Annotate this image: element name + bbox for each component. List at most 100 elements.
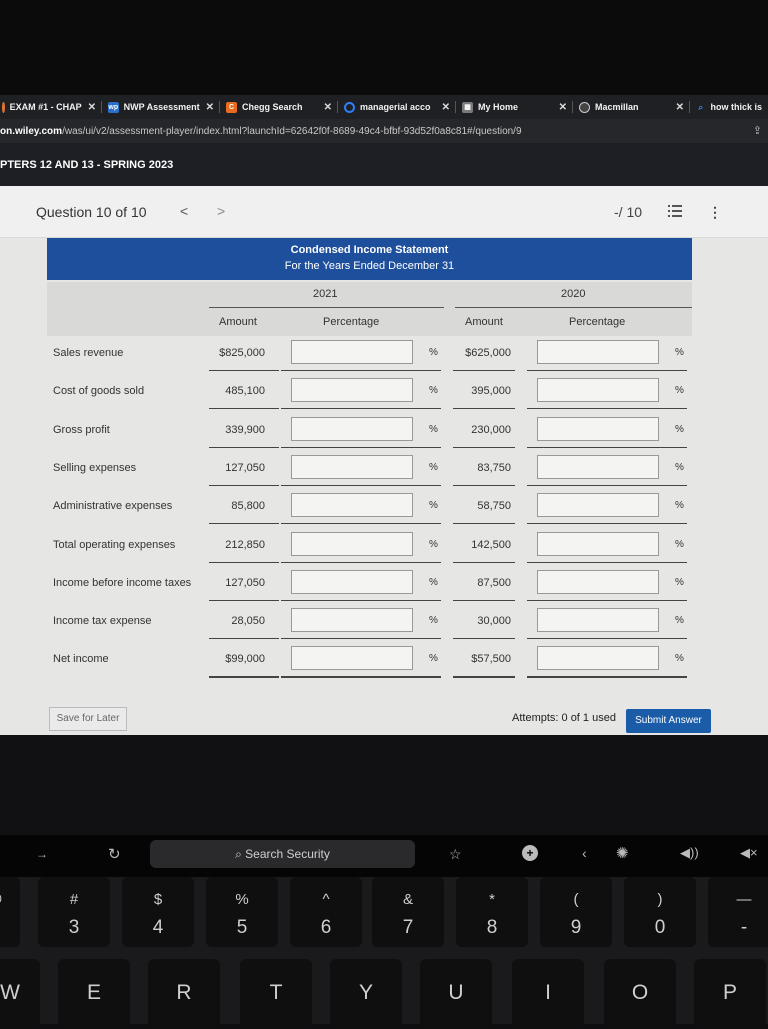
more-options-icon[interactable]: ⋮ [708, 204, 722, 221]
key-o[interactable]: O [604, 959, 676, 1029]
key-9[interactable]: (9 [540, 877, 612, 947]
key-p[interactable]: P [694, 959, 766, 1029]
percentage-input-2021[interactable] [291, 340, 413, 364]
amount-2021: 85,800 [231, 500, 265, 513]
percentage-input-2021[interactable] [291, 493, 413, 518]
percentage-input-2020[interactable] [537, 493, 659, 518]
statement-subtitle: For the Years Ended December 31 [284, 260, 455, 272]
statement-row: Cost of goods sold 485,100% 395,000% [47, 374, 692, 412]
key-minus[interactable]: — - [708, 877, 768, 947]
column-headers: 2021 2020 Amount Percentage Amount Perce… [47, 282, 692, 336]
underline [281, 676, 441, 679]
save-for-later-button[interactable]: Save for Later [49, 707, 127, 731]
question-bar: Question 10 of 10 < > -/ 10 ⋮ [0, 186, 768, 238]
question-list-icon[interactable] [668, 205, 682, 217]
percentage-input-2021[interactable] [291, 646, 413, 671]
underline [209, 561, 279, 563]
key-8[interactable]: * 8 [456, 877, 528, 947]
bookmark-star-icon[interactable]: ☆ [449, 846, 462, 863]
previous-question-button[interactable]: < [180, 203, 188, 219]
new-tab-plus-icon[interactable]: + [522, 845, 538, 861]
home-grid-icon: ▦ [462, 101, 473, 113]
statement-row: Gross profit 339,900% 230,000% [47, 413, 692, 451]
key-y[interactable]: Y [330, 959, 402, 1029]
key-w[interactable]: W [0, 959, 40, 1029]
percent-sign: % [675, 615, 684, 627]
tab-managerial-accounting[interactable]: managerial acco ✕ [338, 95, 456, 119]
percent-sign: % [429, 653, 438, 665]
submit-answer-button[interactable]: Submit Answer [626, 709, 711, 733]
percentage-input-2020[interactable] [537, 340, 659, 364]
underline [527, 638, 687, 640]
mute-icon[interactable]: ◀× [740, 845, 758, 861]
underline [527, 676, 687, 679]
tab-exam[interactable]: EXAM #1 - CHAP ✕ [0, 95, 102, 119]
tab-macmillan[interactable]: Macmillan ✕ [573, 95, 690, 119]
percentage-input-2020[interactable] [537, 646, 659, 671]
key-5[interactable]: % 5 [206, 877, 278, 947]
amount-2020: 395,000 [471, 385, 511, 398]
percentage-input-2021[interactable] [291, 416, 413, 441]
key-t[interactable]: T [240, 959, 312, 1029]
key-4[interactable]: $4 [122, 877, 194, 947]
percentage-input-2020[interactable] [537, 378, 659, 403]
close-icon[interactable]: ✕ [553, 102, 567, 113]
tab-chegg-search[interactable]: C Chegg Search ✕ [220, 95, 338, 119]
key-r[interactable]: R [148, 959, 220, 1029]
amount-2021: 28,050 [231, 615, 265, 628]
underline [527, 408, 687, 410]
hexagon-icon [2, 101, 5, 113]
statement-row: Selling expenses 127,050% 83,750% [47, 451, 692, 489]
address-bar[interactable]: on.wiley.com/was/ui/v2/assessment-player… [0, 119, 768, 143]
percentage-input-2020[interactable] [537, 416, 659, 441]
key-u[interactable]: U [420, 959, 492, 1029]
search-q-icon [344, 101, 355, 113]
brightness-icon[interactable]: ✺ [616, 844, 629, 862]
touchbar-search-field[interactable]: ⌕ Search Security [150, 840, 415, 868]
percentage-input-2020[interactable] [537, 454, 659, 479]
close-icon[interactable]: ✕ [200, 102, 214, 113]
reload-icon[interactable]: ↻ [108, 845, 121, 863]
underline [527, 523, 687, 525]
forward-arrow-icon[interactable]: → [36, 847, 48, 861]
amount-header-2021: Amount [219, 316, 257, 328]
underline [281, 599, 441, 601]
tab-nwp-assessment[interactable]: wp NWP Assessment ✕ [102, 95, 220, 119]
key-e[interactable]: E [58, 959, 130, 1029]
percentage-input-2021[interactable] [291, 608, 413, 633]
underline [453, 561, 515, 563]
percentage-input-2020[interactable] [537, 608, 659, 633]
amount-2020: 230,000 [471, 423, 511, 436]
underline [209, 408, 279, 410]
url-host: on.wiley.com [0, 125, 63, 137]
percentage-input-2021[interactable] [291, 569, 413, 594]
amount-2021: 127,050 [225, 576, 265, 589]
volume-icon[interactable]: ◀)) [680, 845, 699, 861]
tab-how-thick[interactable]: ⌕ how thick is [690, 95, 768, 119]
close-icon[interactable]: ✕ [670, 102, 684, 113]
percentage-input-2021[interactable] [291, 454, 413, 479]
course-header: PTERS 12 AND 13 - SPRING 2023 [0, 143, 768, 186]
percentage-header-2021: Percentage [323, 316, 380, 328]
key-0[interactable]: ) 0 [624, 877, 696, 947]
percent-sign: % [675, 423, 684, 435]
brightness-back-icon[interactable]: ‹ [582, 845, 587, 861]
percentage-input-2020[interactable] [537, 531, 659, 556]
key-6[interactable]: ^ 6 [290, 877, 362, 947]
underline [453, 523, 515, 525]
next-question-button[interactable]: > [217, 203, 225, 219]
tab-my-home[interactable]: ▦ My Home ✕ [456, 95, 573, 119]
key-7[interactable]: & 7 [372, 877, 444, 947]
percentage-input-2020[interactable] [537, 569, 659, 594]
key-3[interactable]: #3 [38, 877, 110, 947]
close-icon[interactable]: ✕ [436, 102, 450, 113]
underline [209, 484, 279, 486]
key-i[interactable]: I [512, 959, 584, 1029]
percentage-input-2021[interactable] [291, 378, 413, 403]
close-icon[interactable]: ✕ [82, 102, 96, 113]
close-icon[interactable]: ✕ [318, 102, 332, 113]
percentage-input-2021[interactable] [291, 531, 413, 556]
key-2[interactable]: @ [0, 877, 20, 947]
amount-2020: 142,500 [471, 538, 511, 551]
share-icon[interactable]: ⇪ [753, 124, 762, 137]
